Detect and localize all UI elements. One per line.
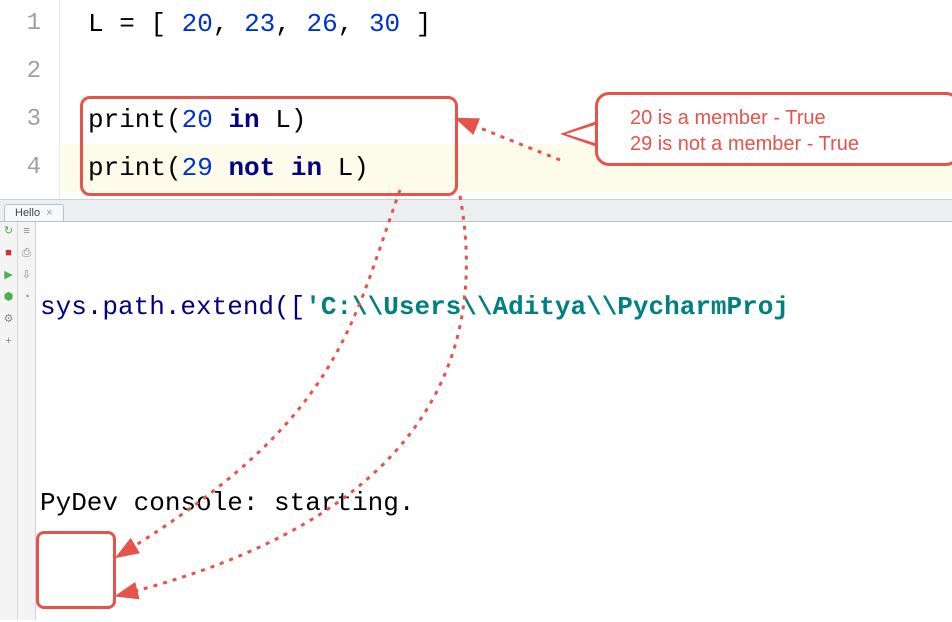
console-output[interactable]: sys.path.extend(['C:\\Users\\Aditya\\Pyc… — [36, 222, 952, 620]
code-text-area[interactable]: L = [ 20, 23, 26, 30 ] print(20 in L) pr… — [60, 0, 952, 199]
play-icon[interactable]: ▶ — [3, 270, 15, 282]
tab-hello[interactable]: Hello × — [4, 204, 64, 221]
line-number: 1 — [0, 0, 41, 48]
tab-label: Hello — [15, 207, 40, 219]
close-icon[interactable]: × — [46, 207, 52, 219]
line-number-gutter: 1 2 3 4 — [0, 0, 60, 199]
gear-icon[interactable]: ⚙ — [3, 314, 15, 326]
console-line: PyDev console: starting. — [40, 484, 952, 522]
scroll-icon[interactable]: ⇩ — [21, 270, 33, 282]
annotation-callout: 20 is a member - True 29 is not a member… — [595, 92, 952, 166]
code-editor[interactable]: 1 2 3 4 L = [ 20, 23, 26, 30 ] print(20 … — [0, 0, 952, 200]
history-icon[interactable]: ◔ — [21, 292, 33, 304]
callout-line: 20 is a member - True — [630, 105, 945, 131]
bug-icon[interactable]: ⬢ — [3, 292, 15, 304]
line-number: 4 — [0, 144, 41, 192]
callout-tail-icon — [560, 120, 600, 148]
console-line — [40, 582, 952, 620]
console-panel: ↻ ■ ▶ ⬢ ⚙ + ≡ ⎙ ⇩ ◔ sys.path.extend(['C:… — [0, 222, 952, 620]
toolbar-col-2: ≡ ⎙ ⇩ ◔ — [18, 222, 36, 620]
line-number: 2 — [0, 48, 41, 96]
console-line: sys.path.extend(['C:\\Users\\Aditya\\Pyc… — [40, 288, 952, 326]
toolbar-col-1: ↻ ■ ▶ ⬢ ⚙ + — [0, 222, 18, 620]
console-line — [40, 386, 952, 424]
stop-icon[interactable]: ■ — [3, 248, 15, 260]
plus-icon[interactable]: + — [3, 336, 15, 348]
print-icon[interactable]: ⎙ — [21, 248, 33, 260]
console-tab-bar: Hello × — [0, 200, 952, 222]
line-number: 3 — [0, 96, 41, 144]
callout-line: 29 is not a member - True — [630, 131, 945, 157]
soft-wrap-icon[interactable]: ≡ — [21, 226, 33, 238]
code-line-1[interactable]: L = [ 20, 23, 26, 30 ] — [60, 0, 952, 48]
code-line-2[interactable] — [60, 48, 952, 96]
rerun-icon[interactable]: ↻ — [3, 226, 15, 238]
